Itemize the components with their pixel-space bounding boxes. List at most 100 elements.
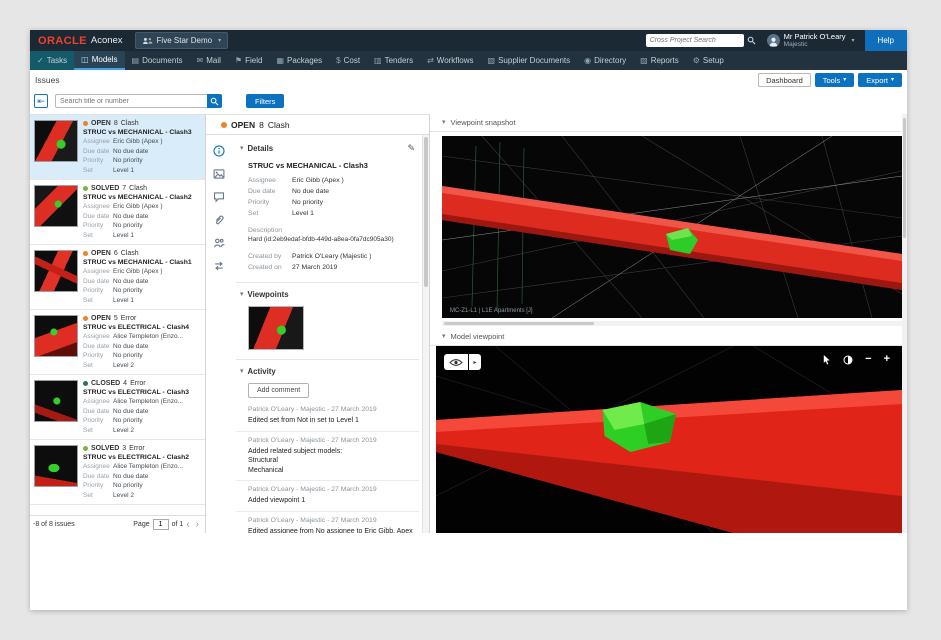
model-viewport[interactable]: ▸ − + bbox=[436, 346, 902, 533]
status-label: SOLVED bbox=[91, 445, 119, 452]
field-label: Priority bbox=[83, 481, 113, 491]
export-button[interactable]: Export▾ bbox=[858, 73, 902, 87]
issue-title: STRUC vs MECHANICAL - Clash2 bbox=[83, 193, 201, 202]
user-organization: Majestic bbox=[784, 42, 808, 49]
description-label: Description bbox=[248, 227, 419, 234]
status-dot bbox=[83, 186, 88, 191]
viewpoint-snapshot-toggle[interactable]: ▾ Viewpoint snapshot bbox=[430, 114, 907, 132]
viewpoint-thumbnail[interactable] bbox=[248, 306, 304, 350]
zoom-out-button[interactable]: − bbox=[865, 354, 871, 365]
page-input[interactable] bbox=[153, 519, 169, 530]
flag-icon: ⚑ bbox=[235, 57, 242, 65]
status-label: OPEN bbox=[231, 120, 255, 130]
model-3d-render bbox=[436, 346, 902, 533]
plus-icon: + bbox=[884, 354, 890, 365]
image-icon[interactable] bbox=[213, 168, 225, 180]
field-label: Due date bbox=[83, 407, 113, 417]
info-icon[interactable] bbox=[213, 145, 225, 157]
select-tool-button[interactable] bbox=[822, 354, 831, 365]
nav-tab-directory[interactable]: ◉Directory bbox=[577, 51, 633, 70]
issue-search-button[interactable] bbox=[207, 94, 222, 108]
field-value: Eric Gibb (Apex ) bbox=[113, 202, 163, 212]
issue-type: Error bbox=[121, 315, 137, 322]
field-value: No due date bbox=[113, 212, 148, 222]
issue-thumbnail bbox=[34, 185, 78, 227]
field-label: Set bbox=[83, 231, 113, 241]
issue-list-item[interactable]: OPEN5Error STRUC vs ELECTRICAL - Clash4 … bbox=[30, 310, 205, 375]
field-value: No priority bbox=[113, 351, 143, 361]
field-label: Priority bbox=[83, 221, 113, 231]
shading-tool-button[interactable] bbox=[843, 355, 853, 365]
field-label: Priority bbox=[83, 351, 113, 361]
search-button[interactable] bbox=[744, 34, 759, 47]
viewpoint-snapshot-label: Viewpoint snapshot bbox=[451, 118, 516, 127]
chevron-down-icon: ▾ bbox=[891, 77, 894, 83]
nav-tab-packages[interactable]: ▦Packages bbox=[269, 51, 329, 70]
viewer-panel-scrollbar[interactable] bbox=[902, 114, 907, 533]
field-label: Set bbox=[83, 491, 113, 501]
nav-tab-tasks[interactable]: ✓Tasks bbox=[30, 51, 74, 70]
issue-list-item[interactable]: CLOSED4Error STRUC vs ELECTRICAL - Clash… bbox=[30, 375, 205, 440]
detail-icon-rail bbox=[206, 135, 232, 533]
sync-arrows-icon[interactable] bbox=[213, 260, 225, 272]
supplier-documents-icon: ▧ bbox=[488, 57, 496, 65]
nav-tab-supplier-documents[interactable]: ▧Supplier Documents bbox=[481, 51, 578, 70]
visibility-button[interactable] bbox=[444, 354, 468, 370]
snapshot-3d-render: MC-Z1-L1 | L1E Apartments [J] bbox=[442, 136, 902, 318]
viewpoints-section-toggle[interactable]: ▾ Viewpoints bbox=[240, 290, 419, 299]
edit-pencil-icon[interactable]: ✎ bbox=[407, 143, 415, 154]
issue-list-item[interactable]: SOLVED3Error STRUC vs ELECTRICAL - Clash… bbox=[30, 440, 205, 505]
issue-list-item[interactable]: OPEN6Clash STRUC vs MECHANICAL - Clash1 … bbox=[30, 245, 205, 310]
activity-section-toggle[interactable]: ▾ Activity bbox=[240, 367, 419, 376]
dashboard-button[interactable]: Dashboard bbox=[758, 73, 811, 87]
nav-tab-mail[interactable]: ✉Mail bbox=[190, 51, 228, 70]
add-comment-button[interactable]: Add comment bbox=[248, 383, 309, 398]
model-viewpoint-toggle[interactable]: ▾ Model viewpoint bbox=[430, 328, 907, 346]
workflows-icon: ⇄ bbox=[427, 57, 434, 65]
help-link[interactable]: Help bbox=[865, 30, 907, 51]
collapse-panel-button[interactable]: ⇤ bbox=[34, 94, 48, 108]
issue-search-input[interactable] bbox=[55, 94, 207, 108]
attachment-icon[interactable] bbox=[213, 214, 225, 226]
viewpoint-snapshot-viewport[interactable]: MC-Z1-L1 | L1E Apartments [J] bbox=[442, 136, 902, 318]
zoom-in-button[interactable]: + bbox=[884, 354, 890, 365]
issue-thumbnail bbox=[34, 315, 78, 357]
user-menu[interactable]: Mr Patrick O'Leary Majestic ▾ bbox=[767, 33, 855, 49]
page-of-label: of 1 bbox=[172, 521, 184, 528]
nav-tab-setup[interactable]: ⚙Setup bbox=[686, 51, 731, 70]
field-value: Level 1 bbox=[113, 231, 134, 241]
issue-list-item[interactable]: SOLVED7Clash STRUC vs MECHANICAL - Clash… bbox=[30, 180, 205, 245]
next-page-button[interactable]: › bbox=[196, 520, 199, 530]
previous-page-button[interactable]: ‹ bbox=[186, 520, 189, 530]
nav-tab-workflows[interactable]: ⇄Workflows bbox=[420, 51, 480, 70]
cross-project-search-input[interactable] bbox=[646, 34, 744, 47]
field-label: Assignee bbox=[83, 397, 113, 407]
nav-tab-label: Directory bbox=[594, 56, 626, 65]
people-icon[interactable] bbox=[213, 237, 225, 249]
field-label: Created on bbox=[248, 262, 292, 273]
list-pagination: -8 of 8 issues Page of 1 ‹ › bbox=[30, 515, 205, 533]
tools-button[interactable]: Tools▾ bbox=[815, 73, 855, 87]
activity-entry: Patrick O'Leary - Majestic - 27 March 20… bbox=[236, 432, 419, 482]
nav-tab-reports[interactable]: ▨Reports bbox=[633, 51, 686, 70]
field-value: No due date bbox=[113, 472, 148, 482]
person-icon bbox=[768, 36, 779, 47]
issue-title: STRUC vs ELECTRICAL - Clash2 bbox=[83, 453, 201, 462]
nav-tab-cost[interactable]: $Cost bbox=[329, 51, 367, 70]
comment-icon[interactable] bbox=[213, 191, 225, 203]
nav-tab-models[interactable]: ◫Models bbox=[74, 51, 124, 70]
detail-scrollbar[interactable] bbox=[422, 135, 429, 533]
nav-tab-tenders[interactable]: ▥Tenders bbox=[367, 51, 420, 70]
field-value: No due date bbox=[292, 186, 329, 197]
visibility-options-button[interactable]: ▸ bbox=[469, 354, 481, 370]
details-section-label: Details bbox=[248, 144, 274, 153]
nav-tab-field[interactable]: ⚑Field bbox=[228, 51, 270, 70]
results-count: -8 of 8 issues bbox=[33, 521, 75, 528]
details-section-toggle[interactable]: ▾ Details ✎ bbox=[240, 143, 419, 154]
nav-tab-documents[interactable]: ▤Documents bbox=[125, 51, 190, 70]
page-title: Issues bbox=[35, 75, 60, 85]
issue-list-item[interactable]: OPEN8Clash STRUC vs MECHANICAL - Clash3 … bbox=[30, 115, 205, 180]
project-selector[interactable]: Five Star Demo ▾ bbox=[135, 32, 229, 49]
filters-button[interactable]: Filters bbox=[246, 94, 284, 108]
snapshot-horizontal-scrollbar[interactable] bbox=[442, 321, 902, 326]
